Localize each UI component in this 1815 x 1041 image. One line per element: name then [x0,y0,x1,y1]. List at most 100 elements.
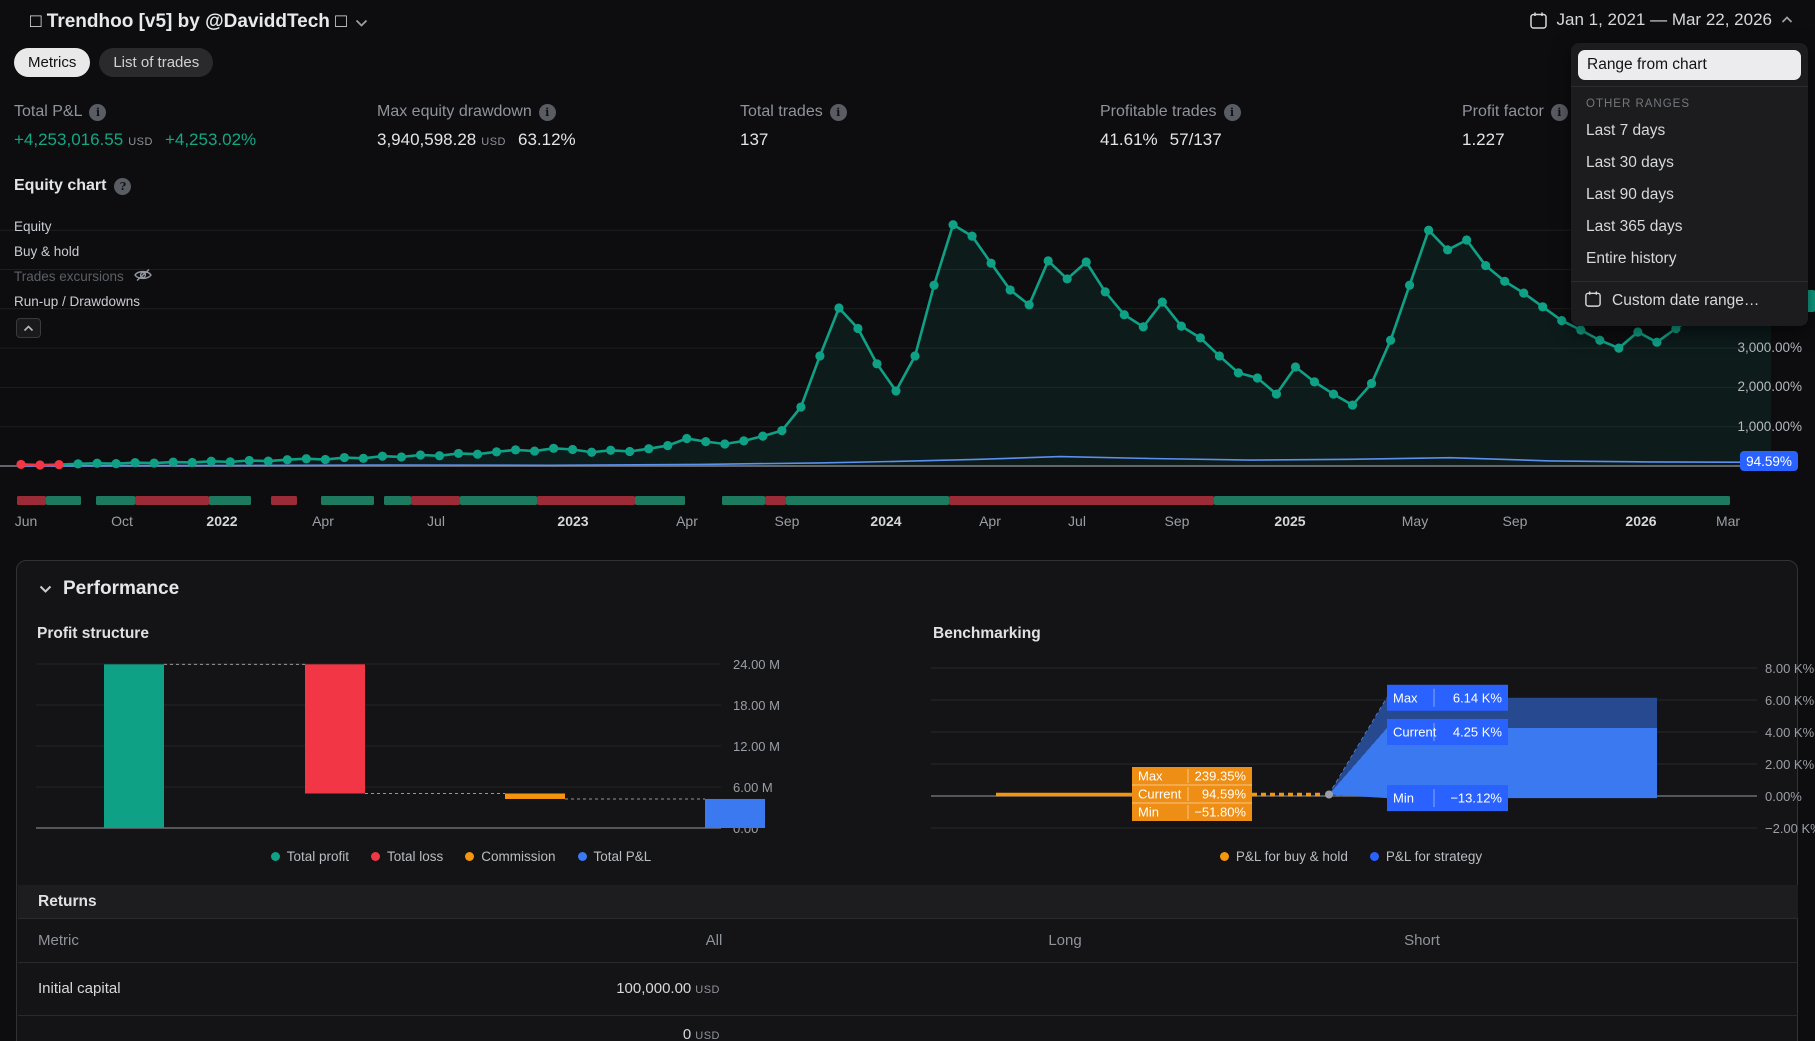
metric-total-p-l: Total P&L i +4,253,016.55 USD +4,253.02% [14,103,364,150]
profit-structure-legend: Total profit Total loss Commission Total P&… [21,847,901,865]
x-axis-label: Mar [1716,513,1740,529]
metric-values: +4,253,016.55 USD +4,253.02% [14,130,364,150]
runup-strip [96,496,135,505]
performance-section-toggle[interactable]: Performance [39,578,179,600]
tab-metrics[interactable]: Metrics [14,48,91,77]
metric-secondary-value: 57/137 [1169,130,1222,149]
info-icon[interactable]: i [1223,103,1241,121]
menu-item-range-from-chart[interactable]: Range from chart [1578,50,1801,80]
date-range-menu: Range from chart OTHER RANGES Last 7 day… [1571,43,1808,326]
performance-panel: Performance Profit structure Benchmarkin… [16,560,1815,1041]
profit-structure-chart[interactable]: 24.00 M18.00 M12.00 M6.00 M0.00 [21,641,921,871]
x-axis-label: Jun [15,513,38,529]
legend-item-equity[interactable]: Equity [14,214,153,239]
menu-item-entire-history[interactable]: Entire history [1571,243,1808,275]
chevron-down-icon [355,11,368,33]
metric-label: Profitable trades i [1100,103,1450,121]
strategy-stat-label: Max [1393,690,1418,705]
metric-label-text: Total P&L [14,103,83,120]
runup-strip [786,496,949,505]
row-value-unit: USD [695,1030,720,1041]
runup-strip [46,496,81,505]
buy-hold-stat-value: 239.35% [1195,769,1247,784]
legend-item-total-loss[interactable]: Total loss [370,849,443,864]
returns-section-header[interactable]: Returns [18,885,1798,919]
bar-commission [505,793,565,799]
legend-item-label: Total profit [286,848,349,864]
metric-values: 137 [740,130,1090,150]
metric-values: 3,940,598.28 USD 63.12% [377,130,727,150]
equity-y-label: 2,000.00% [1737,379,1802,395]
strategy-tester-app: { "window": { "title": "□ Trendhoo [v5] … [0,0,1815,1041]
eye-off-icon[interactable] [133,268,153,285]
info-icon[interactable]: i [1550,103,1568,121]
column-header-all: All [705,932,723,949]
bar-total-profit [104,664,164,828]
menu-item-last-90-days[interactable]: Last 90 days [1571,179,1808,211]
menu-item-last-30-days[interactable]: Last 30 days [1571,147,1808,179]
tab-list-of-trades[interactable]: List of trades [99,48,214,77]
metric-unit: USD [128,136,153,148]
metric-unit: USD [481,136,506,148]
legend-color-dot [1219,851,1229,861]
calendar-icon [1529,11,1548,30]
performance-heading: Performance [63,578,180,599]
runup-strip [384,496,411,505]
strategy-stat-label: Min [1393,791,1414,806]
custom-date-range-label: Custom date range… [1612,292,1760,309]
buy-hold-stat-label: Current [1138,787,1182,802]
benchmarking-chart[interactable]: 8.00 K% 6.00 K% 4.00 K% 2.00 K% 0.00% −2.00 K… [921,641,1815,871]
legend-item-run-up-drawdowns[interactable]: Run-up / Drawdowns [14,289,153,314]
menu-item-custom-date-range[interactable]: Custom date range… [1571,282,1808,320]
strategy-title[interactable]: □ Trendhoo [v5] by @DaviddTech □ [30,11,368,33]
x-axis-label: Sep [775,513,800,529]
x-axis-label: 2025 [1274,513,1305,529]
view-tabs: Metrics List of trades [14,48,214,77]
legend-item-total-p-l[interactable]: Total P&L [577,849,651,864]
row-value-all: 0 USD [18,1026,720,1041]
x-axis-label: May [1402,513,1428,529]
legend-item-label: Commission [481,848,556,864]
menu-item-last-365-days[interactable]: Last 365 days [1571,211,1808,243]
legend-item-trades-excursions[interactable]: Trades excursions [14,264,153,289]
legend-item-label: P&L for buy & hold [1235,848,1348,864]
legend-item-p-l-for-buy-hold[interactable]: P&L for buy & hold [1219,848,1348,864]
menu-item-last-7-days[interactable]: Last 7 days [1571,115,1808,147]
x-axis-label: Sep [1165,513,1190,529]
collapse-legend-button[interactable] [16,318,41,338]
legend-item-buy-hold[interactable]: Buy & hold [14,239,153,264]
info-icon[interactable]: i [538,103,556,121]
metric-label-text: Total trades [740,103,823,120]
legend-color-dot [577,851,587,861]
table-row-open-p-l[interactable]: Open P&L0USD [18,1016,1798,1041]
metric-label: Max equity drawdown i [377,103,727,121]
equity-chart[interactable]: Jun Oct 2022 Apr Jul 2023 Apr Sep 2024 Apr Jul Sep 2… [0,190,1815,540]
runup-strip [722,496,765,505]
metric-max-equity-drawdown: Max equity drawdown i 3,940,598.28 USD 63.12… [377,103,727,150]
x-axis-label: 2026 [1625,513,1656,529]
table-row-initial-capital[interactable]: Initial capital 100,000.00 USD [18,963,1798,1016]
strategy-stat-value: −13.12% [1450,791,1502,806]
metric-total-trades: Total trades i 137 [740,103,1090,150]
calendar-icon [1584,290,1602,313]
legend-color-dot [1369,851,1379,861]
equity-y-label: 3,000.00% [1737,340,1802,356]
info-icon[interactable]: i [829,103,847,121]
legend-item-total-profit[interactable]: Total profit [270,848,349,864]
legend-item-commission[interactable]: Commission [465,848,556,864]
legend-item-label: Equity [14,219,52,234]
column-header-long: Long [1048,932,1082,949]
legend-item-p-l-for-strategy[interactable]: P&L for strategy [1369,848,1483,864]
drawdown-strip [411,496,460,505]
buy-hold-last-value-badge: 94.59% [1740,451,1798,471]
runup-strip [209,496,251,505]
x-axis-label: Apr [676,513,698,529]
y-axis-label: 18.00 M [733,698,780,713]
legend-color-dot [370,851,380,861]
bar-total-loss [305,664,365,794]
legend-item-label: P&L for strategy [1385,848,1483,864]
equity-chart-legend: Equity Buy & hold Trades excursions Run-up … [14,214,153,314]
info-icon[interactable]: i [89,103,107,121]
y-axis-label: 2.00 K% [1765,757,1815,772]
date-range-control[interactable]: Jan 1, 2021 — Mar 22, 2026 [1529,10,1793,30]
